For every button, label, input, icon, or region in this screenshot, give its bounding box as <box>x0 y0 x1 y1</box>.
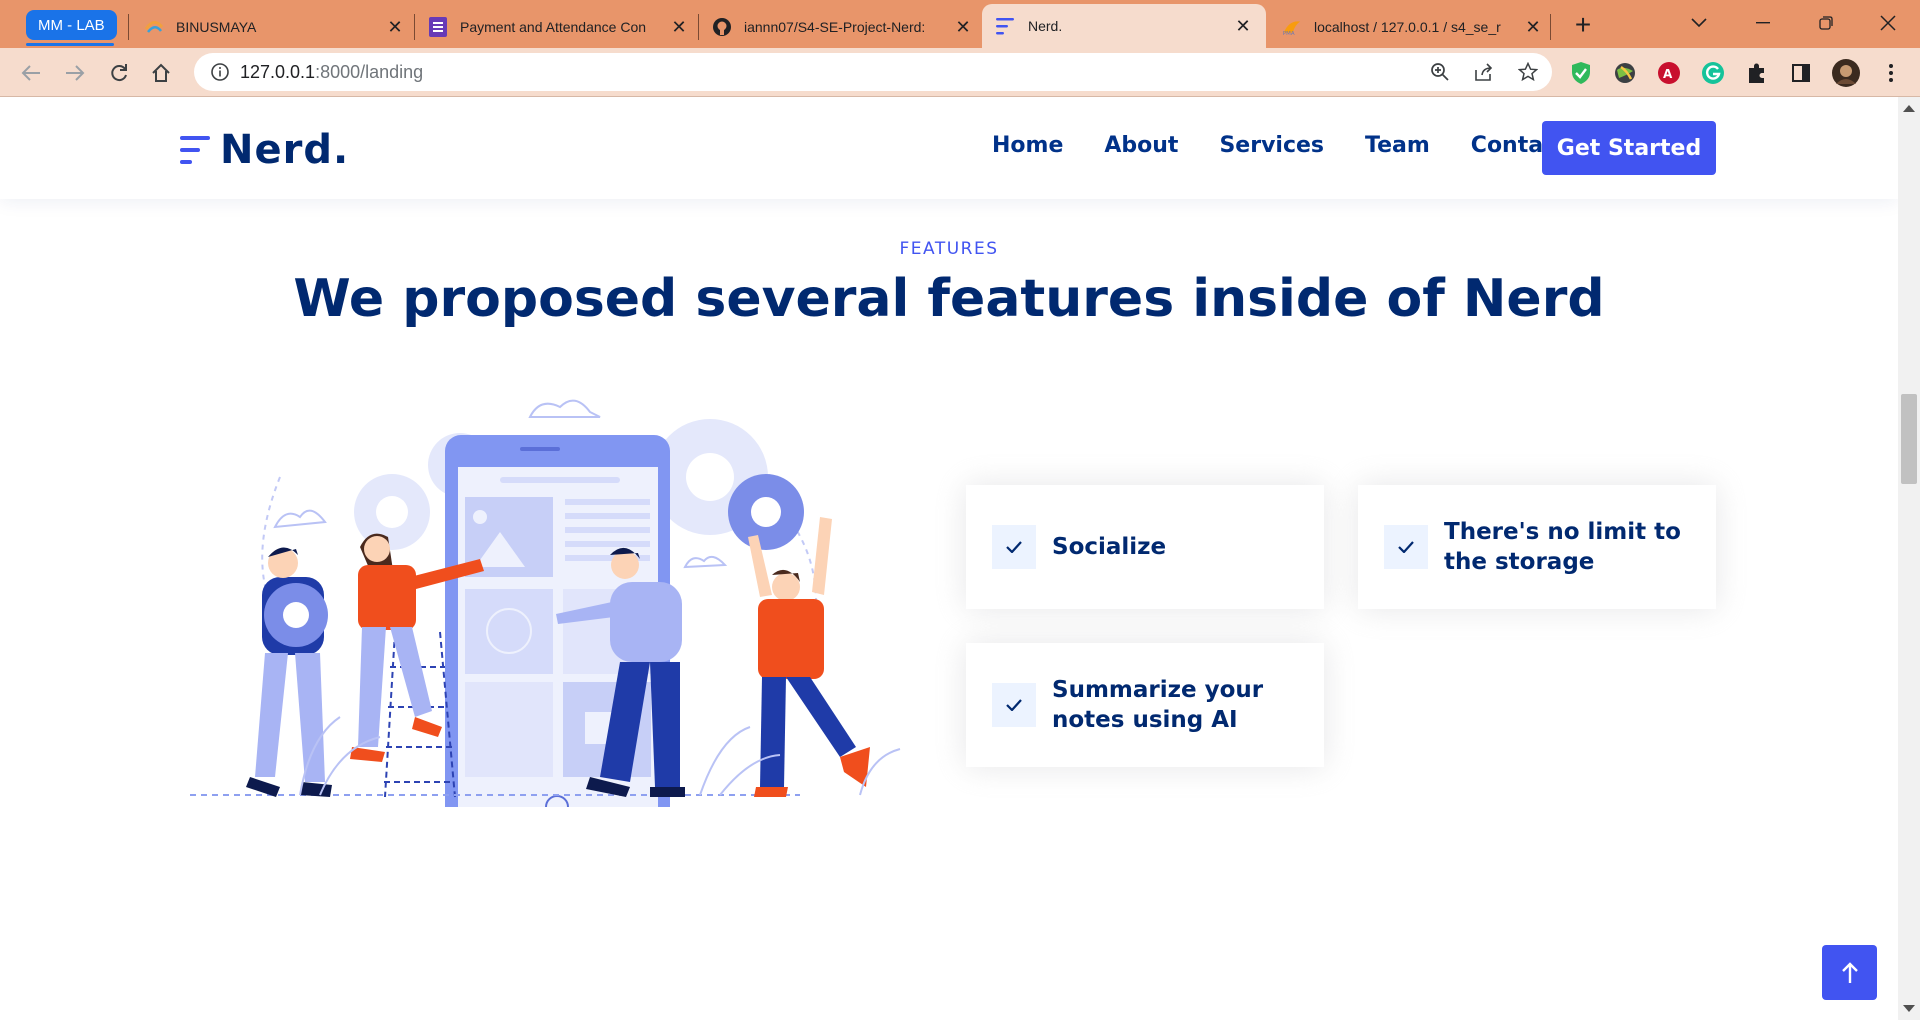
shield-extension-icon[interactable] <box>1568 60 1594 86</box>
site-info-icon[interactable] <box>210 62 230 87</box>
address-bar[interactable]: 127.0.0.1:8000/landing <box>194 53 1552 91</box>
nav-services[interactable]: Services <box>1219 133 1324 158</box>
scrollbar-thumb[interactable] <box>1901 394 1917 484</box>
tab-title: Payment and Attendance Con <box>460 19 647 35</box>
close-icon[interactable]: ✕ <box>668 16 690 38</box>
tab-github[interactable]: iannn07/S4-SE-Project-Nerd: ✕ <box>712 6 974 48</box>
close-icon[interactable]: ✕ <box>1522 16 1544 38</box>
feature-label-line1: Summarize your <box>1052 677 1264 703</box>
scroll-down-arrow-icon[interactable] <box>1903 1005 1915 1012</box>
lastpass-extension-icon[interactable]: A <box>1656 60 1682 86</box>
check-icon <box>1384 525 1428 569</box>
binusmaya-icon <box>144 17 164 37</box>
browser-menu-icon[interactable] <box>1878 60 1904 86</box>
close-icon[interactable]: ✕ <box>1232 15 1254 37</box>
back-to-top-button[interactable] <box>1822 945 1877 1000</box>
arrow-up-icon <box>1841 961 1858 983</box>
extensions-puzzle-icon[interactable] <box>1744 60 1770 86</box>
nav-team[interactable]: Team <box>1365 133 1430 158</box>
tab-title: Nerd. <box>1028 18 1063 34</box>
zoom-icon[interactable] <box>1430 62 1450 87</box>
svg-text:PMA: PMA <box>1283 31 1295 37</box>
feature-label-line1: There's no limit to <box>1444 519 1681 545</box>
grammarly-extension-icon[interactable] <box>1700 60 1726 86</box>
tab-group-label[interactable]: MM - LAB <box>26 10 117 40</box>
feature-label-line1: Socialize <box>1052 534 1167 560</box>
forms-icon <box>428 17 448 37</box>
close-window-icon[interactable] <box>1868 8 1908 38</box>
site-logo[interactable]: Nerd. <box>180 127 349 173</box>
minimize-icon[interactable] <box>1743 8 1783 38</box>
browser-toolbar: 127.0.0.1:8000/landing A <box>0 48 1920 97</box>
url-host: 127.0.0.1 <box>240 61 316 82</box>
logo-text: Nerd. <box>220 127 350 173</box>
tab-separator <box>1550 14 1551 40</box>
tab-phpmyadmin[interactable]: PMA localhost / 127.0.0.1 / s4_se_r ✕ <box>1282 6 1544 48</box>
nav-home[interactable]: Home <box>992 133 1063 158</box>
bookmark-star-icon[interactable] <box>1517 61 1539 87</box>
feature-label: Summarize your notes using AI <box>1052 675 1263 735</box>
scroll-up-arrow-icon[interactable] <box>1903 105 1915 112</box>
share-icon[interactable] <box>1474 62 1494 87</box>
nerd-logo-mark-icon <box>180 132 212 168</box>
url-path: :8000/landing <box>315 61 424 82</box>
back-arrow-icon[interactable] <box>16 58 46 88</box>
feature-label: Socialize <box>1052 532 1166 562</box>
browser-tab-bar: MM - LAB BINUSMAYA ✕ Payment and Attenda… <box>0 0 1920 48</box>
get-started-button[interactable]: Get Started <box>1542 121 1716 175</box>
reload-icon[interactable] <box>104 58 134 88</box>
new-tab-button[interactable]: + <box>1568 9 1598 40</box>
forward-arrow-icon[interactable] <box>60 58 90 88</box>
tab-binusmaya[interactable]: BINUSMAYA ✕ <box>144 6 406 48</box>
page-viewport: Nerd. Home About Services Team Contact G… <box>0 97 1898 1020</box>
globe-extension-icon[interactable] <box>1612 60 1638 86</box>
section-eyebrow: FEATURES <box>899 239 999 259</box>
tab-nerd-active[interactable]: Nerd. ✕ <box>982 4 1266 48</box>
tab-group-underline <box>26 43 114 46</box>
tab-search-chevron-icon[interactable] <box>1679 8 1719 38</box>
side-panel-icon[interactable] <box>1788 60 1814 86</box>
main-nav: Home About Services Team Contact <box>992 133 1608 158</box>
close-icon[interactable]: ✕ <box>952 16 974 38</box>
url-text: 127.0.0.1:8000/landing <box>240 62 423 83</box>
tab-separator <box>128 14 129 40</box>
restore-icon[interactable] <box>1806 8 1846 38</box>
feature-label: There's no limit to the storage <box>1444 517 1681 577</box>
check-icon <box>992 683 1036 727</box>
page-scrollbar[interactable] <box>1898 97 1920 1020</box>
features-illustration <box>180 377 940 840</box>
tab-title: localhost / 127.0.0.1 / s4_se_r <box>1314 19 1501 35</box>
github-icon <box>712 17 732 37</box>
feature-card-socialize: Socialize <box>966 485 1324 609</box>
check-icon <box>992 525 1036 569</box>
tab-payment-attendance[interactable]: Payment and Attendance Con ✕ <box>428 6 690 48</box>
tab-title: iannn07/S4-SE-Project-Nerd: <box>744 19 926 35</box>
section-headline: We proposed several features inside of N… <box>293 269 1605 329</box>
nav-about[interactable]: About <box>1104 133 1178 158</box>
feature-label-line2: the storage <box>1444 549 1595 575</box>
feature-label-line2: notes using AI <box>1052 707 1238 733</box>
tab-title: BINUSMAYA <box>176 19 257 35</box>
site-header: Nerd. Home About Services Team Contact G… <box>0 97 1898 199</box>
phpmyadmin-icon: PMA <box>1282 17 1302 37</box>
tab-separator <box>414 14 415 40</box>
feature-card-summarize: Summarize your notes using AI <box>966 643 1324 767</box>
close-icon[interactable]: ✕ <box>384 16 406 38</box>
svg-text:A: A <box>1663 67 1673 81</box>
feature-card-storage: There's no limit to the storage <box>1358 485 1716 609</box>
profile-avatar[interactable] <box>1830 57 1862 89</box>
nerd-logo-icon <box>996 16 1016 36</box>
tab-separator <box>698 14 699 40</box>
home-icon[interactable] <box>146 58 176 88</box>
